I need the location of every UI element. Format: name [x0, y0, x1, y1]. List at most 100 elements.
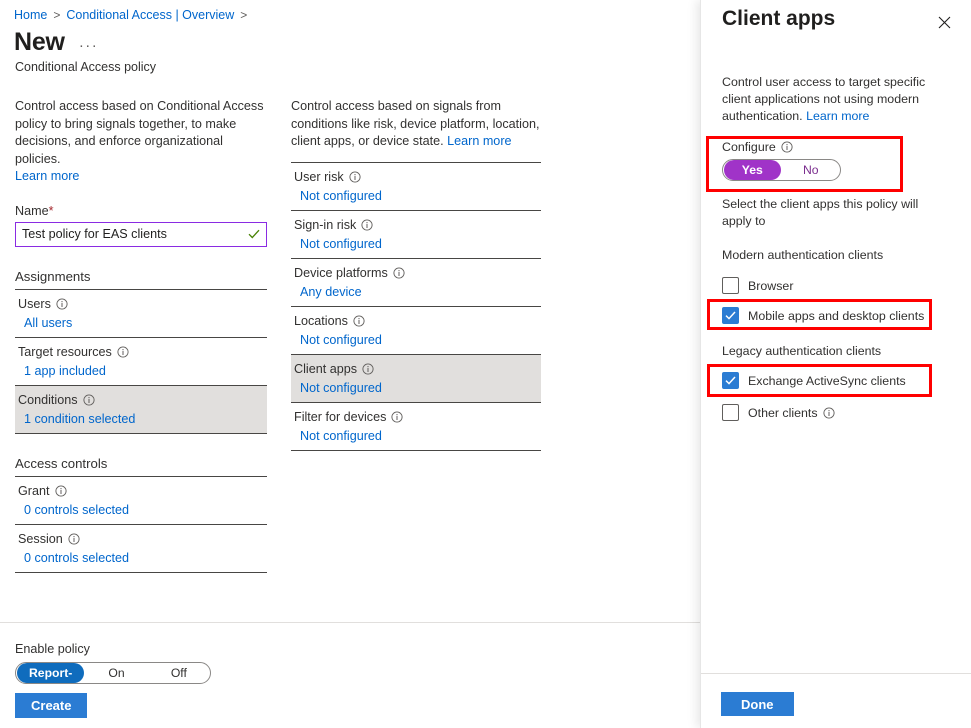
- modern-auth-group-label: Modern authentication clients: [722, 248, 884, 262]
- info-icon[interactable]: [54, 484, 67, 497]
- info-icon[interactable]: [823, 406, 835, 419]
- session-value[interactable]: 0 controls selected: [18, 551, 264, 565]
- device-platforms-label: Device platforms: [294, 265, 388, 280]
- client-apps-value[interactable]: Not configured: [294, 381, 538, 395]
- client-apps-panel: Client apps Control user access to targe…: [700, 0, 971, 728]
- enable-policy-label: Enable policy: [15, 642, 90, 656]
- checkmark-icon: [725, 376, 736, 385]
- breadcrumb: Home > Conditional Access | Overview >: [14, 8, 247, 22]
- assignments-column: Control access based on Conditional Acce…: [15, 98, 267, 573]
- session-label: Session: [18, 531, 63, 546]
- close-icon-glyph: [938, 16, 950, 28]
- setting-row-users[interactable]: Users All users: [15, 290, 267, 337]
- done-button[interactable]: Done: [721, 692, 794, 716]
- sign-in-risk-label: Sign-in risk: [294, 217, 357, 232]
- other-clients-checkbox[interactable]: [722, 404, 739, 421]
- browser-label: Browser: [748, 278, 794, 293]
- middle-intro-learn-more-link[interactable]: Learn more: [447, 134, 511, 148]
- required-asterisk: *: [48, 203, 54, 218]
- left-intro-learn-more-link[interactable]: Learn more: [15, 169, 79, 183]
- assignments-heading: Assignments: [15, 268, 91, 284]
- breadcrumb-item-conditional-access-overview[interactable]: Conditional Access | Overview: [66, 8, 234, 22]
- filter-for-devices-value[interactable]: Not configured: [294, 429, 538, 443]
- user-risk-label: User risk: [294, 169, 344, 184]
- client-apps-label: Client apps: [294, 361, 358, 376]
- device-platforms-value[interactable]: Any device: [294, 285, 538, 299]
- breadcrumb-separator-icon-2: >: [240, 8, 248, 22]
- info-icon[interactable]: [781, 141, 793, 153]
- sign-in-risk-value[interactable]: Not configured: [294, 237, 538, 251]
- locations-value[interactable]: Not configured: [294, 333, 538, 347]
- setting-row-grant[interactable]: Grant 0 controls selected: [15, 477, 267, 524]
- user-risk-value[interactable]: Not configured: [294, 189, 538, 203]
- close-icon[interactable]: [930, 8, 958, 36]
- breadcrumb-item-home[interactable]: Home: [14, 8, 47, 22]
- info-icon[interactable]: [117, 345, 129, 358]
- main-content-area: Home > Conditional Access | Overview > N…: [0, 0, 700, 728]
- create-button[interactable]: Create: [15, 693, 88, 718]
- divider: [291, 449, 541, 451]
- other-clients-label-text: Other clients: [748, 405, 818, 420]
- info-icon[interactable]: [362, 362, 374, 375]
- checkbox-row-other-clients[interactable]: Other clients: [722, 404, 835, 421]
- left-column-intro: Control access based on Conditional Acce…: [15, 98, 267, 186]
- setting-row-target-resources[interactable]: Target resources 1 app included: [15, 338, 267, 385]
- exchange-activesync-checkbox[interactable]: [722, 372, 739, 389]
- configure-option-no[interactable]: No: [783, 160, 840, 180]
- grant-value[interactable]: 0 controls selected: [18, 503, 264, 517]
- enable-option-off[interactable]: Off: [149, 663, 209, 683]
- info-icon[interactable]: [361, 218, 373, 231]
- setting-row-user-risk[interactable]: User risk Not configured: [291, 163, 541, 210]
- setting-row-conditions[interactable]: Conditions 1 condition selected: [15, 385, 267, 433]
- info-icon[interactable]: [393, 266, 405, 279]
- grant-label: Grant: [18, 483, 50, 498]
- mobile-apps-checkbox[interactable]: [722, 307, 739, 324]
- users-value[interactable]: All users: [18, 316, 264, 330]
- footer-divider: [0, 622, 700, 623]
- name-field-label: Name*: [15, 204, 267, 218]
- browser-checkbox[interactable]: [722, 277, 739, 294]
- enable-policy-toggle[interactable]: Report-only On Off: [15, 662, 211, 684]
- page-subtitle: Conditional Access policy: [15, 60, 157, 74]
- enable-option-on[interactable]: On: [86, 663, 146, 683]
- setting-row-device-platforms[interactable]: Device platforms Any device: [291, 259, 541, 306]
- setting-row-locations[interactable]: Locations Not configured: [291, 307, 541, 354]
- checkbox-row-browser[interactable]: Browser: [722, 277, 793, 294]
- policy-name-input[interactable]: [16, 222, 266, 246]
- breadcrumb-separator-icon: >: [53, 8, 61, 22]
- setting-row-session[interactable]: Session 0 controls selected: [15, 525, 267, 572]
- select-client-apps-description: Select the client apps this policy will …: [722, 197, 919, 228]
- configure-toggle[interactable]: Yes No: [722, 159, 841, 181]
- checkbox-row-mobile-apps-and-desktop-clients[interactable]: Mobile apps and desktop clients: [722, 307, 924, 324]
- target-resources-value[interactable]: 1 app included: [18, 364, 264, 378]
- name-input-wrapper[interactable]: [15, 221, 267, 247]
- enable-option-report-only[interactable]: Report-only: [17, 663, 85, 683]
- setting-row-sign-in-risk[interactable]: Sign-in risk Not configured: [291, 211, 541, 258]
- valid-check-icon: [248, 229, 260, 239]
- info-icon[interactable]: [68, 532, 80, 545]
- other-clients-label: Other clients: [748, 406, 835, 420]
- conditions-column: Control access based on signals from con…: [291, 98, 541, 451]
- page-title: New: [14, 28, 65, 56]
- panel-learn-more-link[interactable]: Learn more: [806, 109, 869, 123]
- exchange-activesync-label: Exchange ActiveSync clients: [748, 373, 906, 388]
- info-icon[interactable]: [391, 410, 403, 423]
- conditions-value[interactable]: 1 condition selected: [18, 412, 264, 426]
- conditions-label: Conditions: [18, 392, 78, 407]
- info-icon[interactable]: [353, 314, 365, 327]
- users-label: Users: [18, 296, 51, 311]
- info-icon[interactable]: [349, 170, 361, 183]
- panel-footer-divider: [701, 673, 971, 674]
- locations-label: Locations: [294, 313, 348, 328]
- setting-row-filter-for-devices[interactable]: Filter for devices Not configured: [291, 403, 541, 450]
- info-icon[interactable]: [82, 393, 95, 406]
- configure-option-yes[interactable]: Yes: [724, 160, 781, 180]
- title-row: New ···: [14, 28, 98, 57]
- access-controls-heading: Access controls: [15, 455, 108, 471]
- panel-description: Control user access to target specific c…: [722, 74, 950, 125]
- setting-row-client-apps[interactable]: Client apps Not configured: [291, 354, 541, 402]
- divider: [15, 432, 267, 434]
- more-options-icon[interactable]: ···: [79, 37, 99, 54]
- info-icon[interactable]: [56, 297, 68, 310]
- checkbox-row-exchange-activesync-clients[interactable]: Exchange ActiveSync clients: [722, 372, 906, 389]
